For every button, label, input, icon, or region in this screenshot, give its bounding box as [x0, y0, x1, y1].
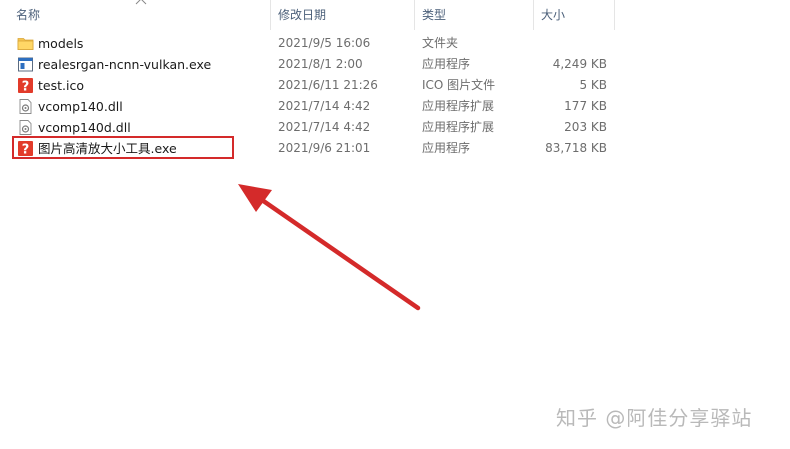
exe-app-icon: [17, 56, 34, 73]
file-row-vcomp140[interactable]: vcomp140.dll 2021/7/14 4:42 应用程序扩展 177 K…: [0, 96, 620, 117]
sort-ascending-icon[interactable]: [135, 0, 147, 5]
file-type: 应用程序: [422, 57, 471, 71]
file-date: 2021/7/14 4:42: [278, 120, 371, 134]
file-size: [535, 33, 607, 54]
file-size: 4,249 KB: [552, 57, 607, 71]
folder-icon: [17, 35, 34, 52]
file-row-test-ico[interactable]: ? test.ico 2021/6/11 21:26 ICO 图片文件 5 KB: [0, 75, 620, 96]
svg-text:?: ?: [22, 80, 30, 95]
column-header-type[interactable]: 类型: [422, 0, 446, 30]
highlight-box: [12, 136, 234, 159]
file-type: 应用程序扩展: [422, 120, 495, 134]
question-mark-icon: ?: [17, 77, 34, 95]
file-date: 2021/9/6 21:01: [278, 141, 371, 155]
dll-gear-file-icon: [17, 98, 34, 115]
column-header-size[interactable]: 大小: [541, 0, 565, 30]
file-name: vcomp140.dll: [38, 99, 123, 114]
file-type: ICO 图片文件: [422, 78, 496, 92]
file-row-realesrgan[interactable]: realesrgan-ncnn-vulkan.exe 2021/8/1 2:00…: [0, 54, 620, 75]
file-type: 应用程序: [422, 141, 471, 155]
file-name: test.ico: [38, 78, 84, 93]
watermark: 知乎 @阿佳分享驿站: [556, 406, 753, 430]
file-row-models[interactable]: models 2021/9/5 16:06 文件夹: [0, 33, 620, 54]
column-header-date[interactable]: 修改日期: [278, 0, 326, 30]
column-divider[interactable]: [270, 0, 271, 30]
column-header: 名称 修改日期 类型 大小: [0, 0, 790, 30]
file-date: 2021/9/5 16:06: [278, 36, 371, 50]
file-date: 2021/8/1 2:00: [278, 57, 363, 71]
file-type: 应用程序扩展: [422, 99, 495, 113]
dll-gear-file-icon: [17, 119, 34, 136]
file-row-vcomp140d[interactable]: vcomp140d.dll 2021/7/14 4:42 应用程序扩展 203 …: [0, 117, 620, 138]
arrow-head-icon: [238, 184, 272, 212]
file-name: models: [38, 36, 84, 51]
column-header-name[interactable]: 名称: [16, 0, 40, 30]
file-type: 文件夹: [422, 36, 459, 50]
file-date: 2021/7/14 4:42: [278, 99, 371, 113]
file-size: 83,718 KB: [545, 141, 607, 155]
file-date: 2021/6/11 21:26: [278, 78, 378, 92]
file-name: vcomp140d.dll: [38, 120, 131, 135]
column-divider[interactable]: [414, 0, 415, 30]
file-size: 177 KB: [564, 99, 607, 113]
file-size: 5 KB: [579, 78, 607, 92]
column-divider[interactable]: [533, 0, 534, 30]
column-divider[interactable]: [614, 0, 615, 30]
file-name: realesrgan-ncnn-vulkan.exe: [38, 57, 212, 72]
file-size: 203 KB: [564, 120, 607, 134]
